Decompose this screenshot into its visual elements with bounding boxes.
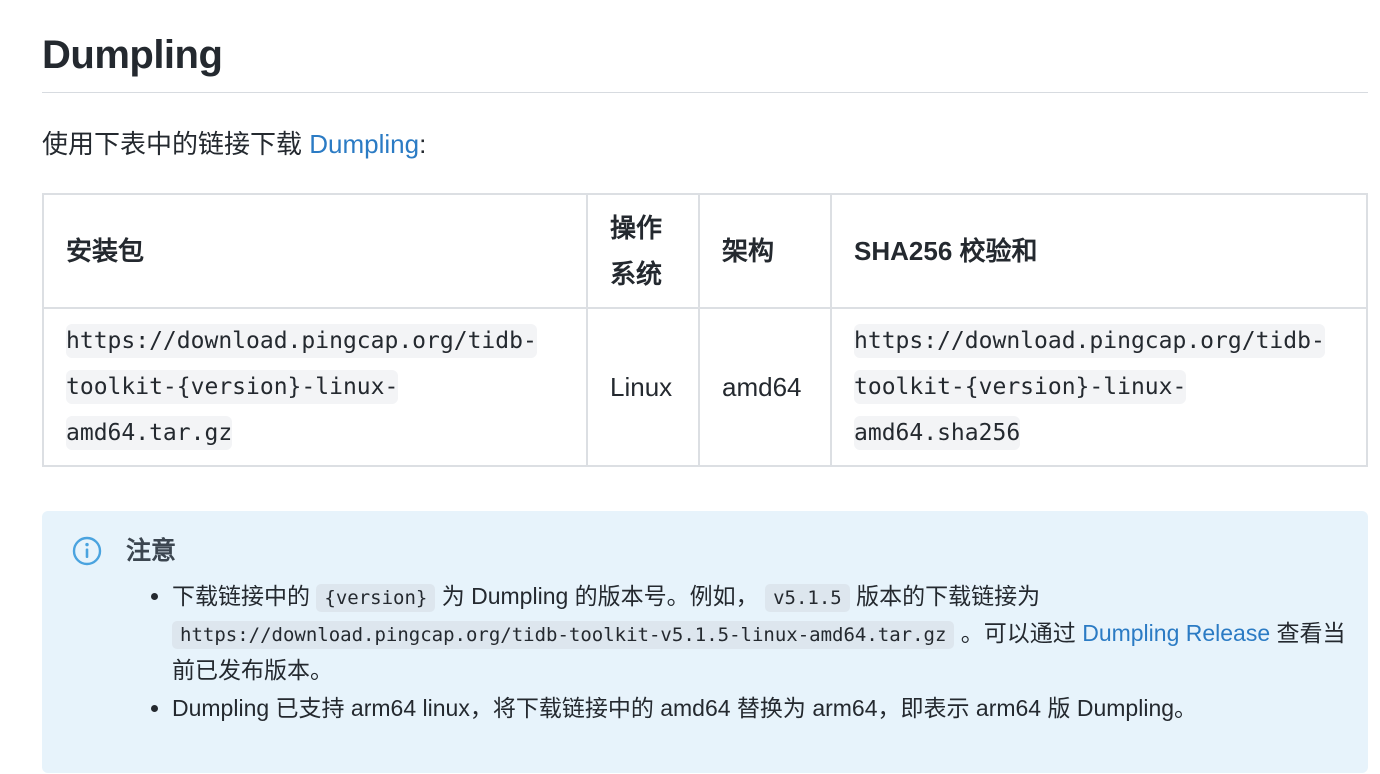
note-text-2: 为 Dumpling 的版本号。例如，: [435, 583, 766, 609]
version-code: {version}: [316, 584, 436, 612]
dumpling-link[interactable]: Dumpling: [309, 129, 419, 159]
note-text-3: 版本的下载链接为: [849, 583, 1041, 609]
dumpling-release-link[interactable]: Dumpling Release: [1082, 620, 1270, 646]
list-item: 下载链接中的 {version} 为 Dumpling 的版本号。例如， v5.…: [172, 579, 1352, 688]
note-title: 注意: [126, 537, 177, 565]
header-checksum: SHA256 校验和: [830, 193, 1368, 309]
note-text-1: 下载链接中的: [172, 583, 317, 609]
arm64-note-text: Dumpling 已支持 arm64 linux，将下载链接中的 amd64 替…: [172, 695, 1198, 721]
intro-colon: :: [419, 129, 427, 159]
cell-package: https://download.pingcap.org/tidb-toolki…: [42, 307, 588, 467]
cell-arch: amd64: [698, 307, 832, 467]
cell-checksum: https://download.pingcap.org/tidb-toolki…: [830, 307, 1368, 467]
intro-paragraph: 使用下表中的链接下载 Dumpling:: [42, 126, 426, 162]
intro-text: 使用下表中的链接下载: [42, 129, 310, 159]
header-package: 安装包: [42, 193, 588, 309]
checksum-url-code[interactable]: https://download.pingcap.org/tidb-toolki…: [854, 324, 1325, 450]
info-circle-icon: [72, 536, 102, 566]
example-url-code[interactable]: https://download.pingcap.org/tidb-toolki…: [172, 621, 955, 649]
header-arch: 架构: [698, 193, 832, 309]
cell-os: Linux: [586, 307, 700, 467]
table-header-row: 安装包 操作系统 架构 SHA256 校验和: [42, 193, 1368, 309]
table-row: https://download.pingcap.org/tidb-toolki…: [42, 307, 1368, 467]
example-version-code: v5.1.5: [765, 584, 850, 612]
header-os: 操作系统: [586, 193, 700, 309]
package-url-code[interactable]: https://download.pingcap.org/tidb-toolki…: [66, 324, 537, 450]
note-text-4: 。可以通过: [954, 620, 1083, 646]
title-divider: [42, 92, 1368, 93]
note-list: 下载链接中的 {version} 为 Dumpling 的版本号。例如， v5.…: [148, 579, 1352, 729]
download-table: 安装包 操作系统 架构 SHA256 校验和 https://download.…: [42, 193, 1368, 467]
note-callout: 注意 下载链接中的 {version} 为 Dumpling 的版本号。例如， …: [42, 511, 1368, 773]
page-title: Dumpling: [42, 33, 223, 77]
list-item: Dumpling 已支持 arm64 linux，将下载链接中的 amd64 替…: [172, 691, 1352, 726]
